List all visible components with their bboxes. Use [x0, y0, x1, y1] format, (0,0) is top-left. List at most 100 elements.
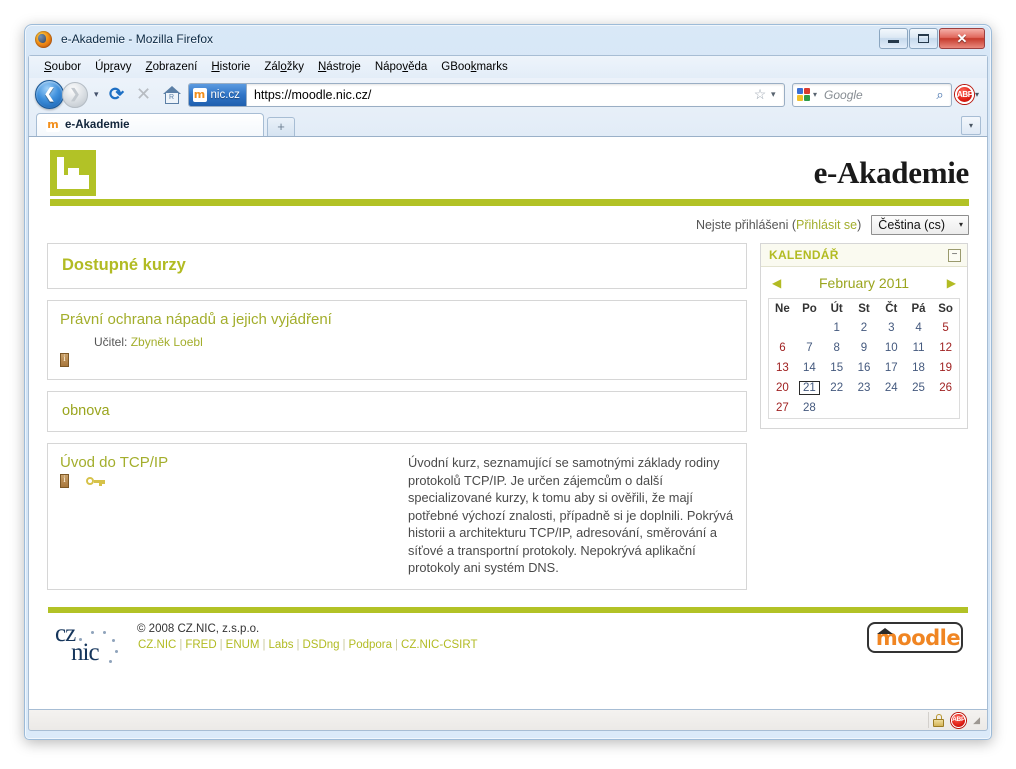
- calendar-day-cell[interactable]: 17: [878, 358, 905, 378]
- moodle-logo-badge[interactable]: moodle: [867, 621, 963, 653]
- footer-link-separator: |: [219, 638, 223, 651]
- calendar-day-cell[interactable]: 3: [878, 318, 905, 338]
- calendar-day-cell[interactable]: 14: [796, 358, 823, 378]
- calendar-day-cell[interactable]: 20: [769, 378, 796, 398]
- cznic-academy-logo-icon: [50, 150, 96, 196]
- footer-text: © 2008 CZ.NIC, z.s.p.o. CZ.NIC | FRED | ENUM…: [137, 622, 478, 651]
- menu-napoveda[interactable]: Nápověda: [368, 59, 434, 75]
- close-button[interactable]: ✕: [939, 28, 985, 49]
- footer-link[interactable]: Podpora: [348, 639, 393, 651]
- calendar-day-cell[interactable]: 27: [769, 398, 796, 418]
- urlbar-dropdown-icon[interactable]: ▾: [771, 89, 784, 100]
- calendar-day-cell[interactable]: 25: [905, 378, 932, 398]
- calendar-day-cell[interactable]: 7: [796, 338, 823, 358]
- calendar-weekday-header: Ne: [775, 303, 790, 315]
- forward-button[interactable]: [62, 81, 88, 108]
- calendar-day-cell[interactable]: 13: [769, 358, 796, 378]
- calendar-day-cell[interactable]: 6: [769, 338, 796, 358]
- footer-link[interactable]: Labs: [268, 639, 295, 651]
- calendar-prev-month-icon[interactable]: ◀: [772, 276, 781, 290]
- calendar-day-cell[interactable]: 23: [850, 378, 877, 398]
- menu-soubor[interactable]: Soubor: [37, 59, 88, 75]
- history-dropdown-icon[interactable]: ▾: [91, 89, 102, 100]
- course-box-1: Právní ochrana nápadů a jejich vyjádření…: [47, 300, 747, 380]
- new-tab-button[interactable]: +: [267, 117, 295, 136]
- moodle-favicon: m: [192, 87, 207, 102]
- menu-zalozky[interactable]: Záložky: [257, 59, 311, 75]
- url-text[interactable]: https://moodle.nic.cz/: [247, 88, 371, 102]
- maximize-button[interactable]: [909, 28, 938, 49]
- search-icon[interactable]: ⌕: [929, 87, 951, 103]
- resize-grip[interactable]: ◢: [973, 715, 980, 726]
- minimize-block-icon[interactable]: −: [948, 248, 961, 262]
- calendar-day-cell[interactable]: 8: [823, 338, 850, 358]
- calendar-day-cell[interactable]: 5: [932, 318, 959, 338]
- calendar-next-month-icon[interactable]: ▶: [947, 276, 956, 290]
- adblock-plus-status-icon[interactable]: ABP: [951, 712, 967, 728]
- calendar-day-cell[interactable]: 21: [796, 378, 823, 398]
- search-engine-dropdown-icon[interactable]: ▾: [813, 90, 820, 99]
- minimize-button[interactable]: [879, 28, 908, 49]
- language-select[interactable]: Čeština (cs) ▾: [871, 214, 969, 235]
- reload-icon[interactable]: ⟳: [105, 84, 129, 105]
- calendar-week-row: 27 28: [769, 398, 960, 418]
- calendar-day-cell[interactable]: 11: [905, 338, 932, 358]
- bookmark-star-icon[interactable]: ☆: [749, 86, 771, 103]
- address-bar[interactable]: m nic.cz https://moodle.nic.cz/ ☆ ▾: [187, 82, 785, 107]
- category-plain-link[interactable]: obnova: [60, 401, 734, 422]
- cznic-logo-nic: nic: [71, 638, 100, 666]
- search-input[interactable]: Google: [820, 88, 929, 102]
- footer-link[interactable]: DSDng: [301, 639, 340, 651]
- adblock-plus-button[interactable]: ABP ▾: [955, 85, 981, 104]
- calendar-day-cell[interactable]: 22: [823, 378, 850, 398]
- calendar-day-cell[interactable]: 26: [932, 378, 959, 398]
- menu-zobrazeni[interactable]: Zobrazení: [139, 59, 205, 75]
- key-icon[interactable]: [86, 475, 105, 487]
- footer-link[interactable]: FRED: [184, 639, 217, 651]
- tab-list-dropdown-icon[interactable]: ▾: [961, 116, 981, 135]
- calendar-weekday-header: Út: [830, 303, 843, 315]
- footer-link[interactable]: CZ.NIC: [137, 639, 177, 651]
- menu-historie[interactable]: Historie: [204, 59, 257, 75]
- calendar-day-cell[interactable]: 9: [850, 338, 877, 358]
- info-icon[interactable]: [60, 353, 69, 367]
- calendar-weekday-header: Čt: [885, 303, 898, 315]
- calendar-day-cell[interactable]: 4: [905, 318, 932, 338]
- category-heading-box: Dostupné kurzy: [47, 243, 747, 289]
- site-identity-box[interactable]: m nic.cz: [188, 83, 247, 106]
- menu-nastroje[interactable]: Nástroje: [311, 59, 368, 75]
- calendar-day-cell[interactable]: 16: [850, 358, 877, 378]
- calendar-weekday-header: Po: [802, 303, 817, 315]
- calendar-day-cell[interactable]: 15: [823, 358, 850, 378]
- home-icon[interactable]: R: [159, 83, 185, 107]
- calendar-day-cell[interactable]: 2: [850, 318, 877, 338]
- calendar-day-cell[interactable]: 12: [932, 338, 959, 358]
- login-link[interactable]: Přihlásit se: [796, 218, 857, 232]
- tab-e-akademie[interactable]: m e-Akademie: [36, 113, 264, 136]
- stop-icon[interactable]: ✕: [132, 84, 156, 105]
- lock-icon[interactable]: [933, 713, 945, 727]
- moodle-page: e-Akademie Nejste přihlášeni (Přihlásit …: [29, 137, 987, 668]
- back-button[interactable]: [35, 80, 64, 109]
- google-icon[interactable]: [793, 84, 813, 106]
- calendar-day-cell[interactable]: 28: [796, 398, 823, 418]
- calendar-day-cell[interactable]: 19: [932, 358, 959, 378]
- footer-link[interactable]: ENUM: [225, 639, 261, 651]
- calendar-day-cell[interactable]: 18: [905, 358, 932, 378]
- footer-links: CZ.NIC | FRED | ENUM | Labs | DSDng | Podpora | CZ.N…: [137, 639, 478, 651]
- calendar-day-cell[interactable]: 24: [878, 378, 905, 398]
- calendar-day-cell[interactable]: 1: [823, 318, 850, 338]
- menu-upravy[interactable]: Úpravy: [88, 59, 138, 75]
- course-1-title-link[interactable]: Právní ochrana nápadů a jejich vyjádření: [60, 311, 408, 329]
- calendar-day-cell[interactable]: 10: [878, 338, 905, 358]
- course-1-teacher-link[interactable]: Zbyněk Loebl: [131, 335, 203, 349]
- abp-dropdown-icon[interactable]: ▾: [975, 90, 979, 99]
- footer-link[interactable]: CZ.NIC-CSIRT: [400, 639, 478, 651]
- menu-gbookmarks[interactable]: GBookmarks: [434, 59, 514, 75]
- course-2-title-link[interactable]: Úvod do TCP/IP: [60, 454, 408, 472]
- calendar-table: Ne Po Út St Čt Pá So 1 2 3 4 5 6 7 8 9 10 11 12 13 14 15 16 17…: [768, 298, 960, 419]
- search-bar[interactable]: ▾ Google ⌕: [792, 82, 952, 107]
- info-icon[interactable]: [60, 474, 69, 488]
- calendar-week-row: 6 7 8 9 10 11 12: [769, 338, 960, 358]
- calendar-block-header: KALENDÁŘ −: [761, 244, 967, 267]
